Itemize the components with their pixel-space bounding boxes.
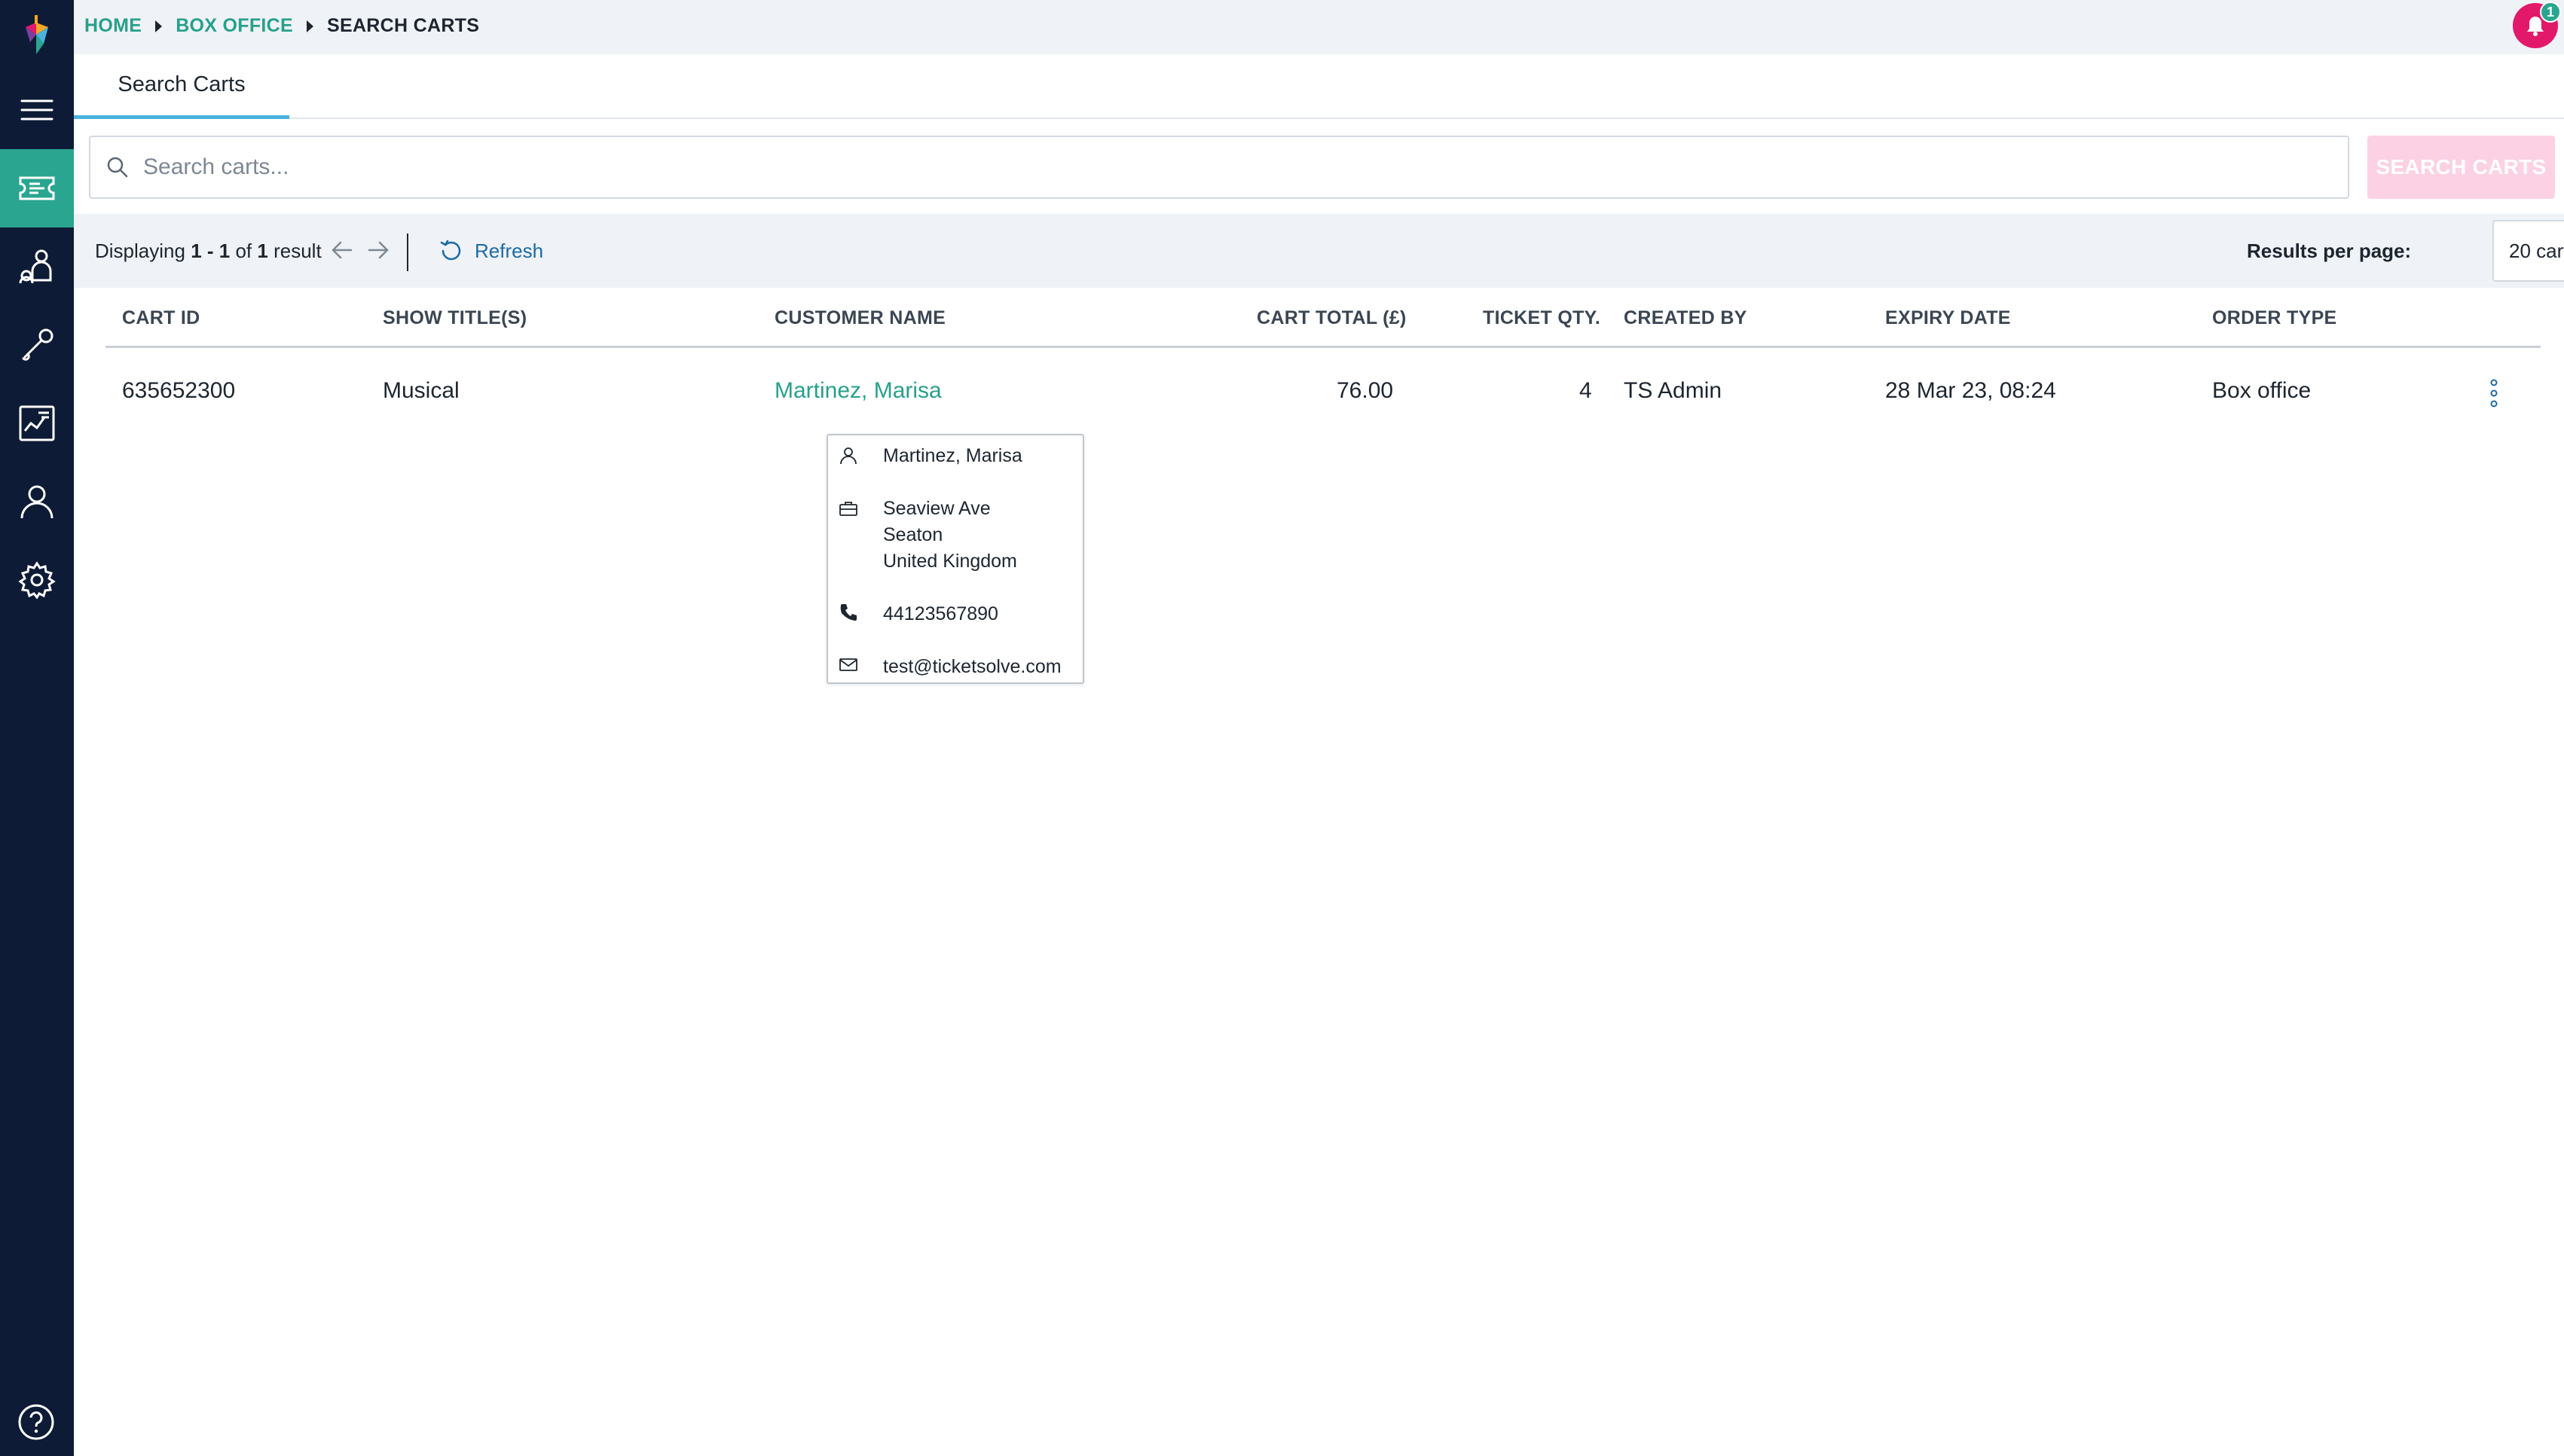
table-row[interactable]: 635652300 Musical Martinez, Marisa 76.00… (105, 348, 2541, 435)
customer-details-popover: Martinez, Marisa Seaview Ave Seaton Unit… (827, 434, 1084, 684)
results-per-page-value: 20 carts (2509, 239, 2564, 262)
column-header-ticket-qty[interactable]: TICKET QTY. (1483, 307, 1600, 329)
phone-icon (840, 604, 857, 621)
brand-logo-icon[interactable] (18, 12, 56, 57)
help-icon (18, 1404, 54, 1440)
cell-created-by: TS Admin (1624, 378, 1722, 403)
envelope-icon (839, 658, 857, 671)
breadcrumb-box-office[interactable]: BOX OFFICE (176, 15, 293, 37)
customers-icon (19, 249, 52, 284)
breadcrumb: HOME BOX OFFICE SEARCH CARTS (84, 15, 479, 37)
range-end: 1 (219, 240, 231, 262)
briefcase-icon (839, 502, 857, 516)
table-header: CART ID SHOW TITLE(S) CUSTOMER NAME CART… (105, 288, 2541, 348)
sidebar-menu-button[interactable] (0, 71, 74, 149)
range-start: 1 (191, 240, 202, 262)
column-header-cart-total[interactable]: CART TOTAL (£) (1257, 307, 1407, 329)
refresh-label: Refresh (475, 239, 544, 262)
sidebar-item-reports[interactable] (0, 384, 74, 462)
sidebar (0, 0, 74, 1456)
top-bar: HOME BOX OFFICE SEARCH CARTS 1 (74, 0, 2564, 54)
refresh-button[interactable]: Refresh (439, 234, 543, 268)
tab-bar: Search Carts (74, 54, 2564, 119)
sidebar-item-profile[interactable] (0, 462, 74, 541)
notifications-button[interactable]: 1 (2513, 2, 2561, 48)
results-total: 1 (257, 240, 268, 262)
popover-name: Martinez, Marisa (883, 445, 1022, 466)
popover-address-line3: United Kingdom (883, 551, 1017, 572)
person-icon (840, 447, 857, 465)
cell-order-type: Box office (2212, 378, 2312, 403)
column-header-customer-name[interactable]: CUSTOMER NAME (775, 307, 946, 329)
popover-email[interactable]: test@ticketsolve.com (883, 654, 1062, 680)
popover-address-line2: Seaton (883, 524, 943, 545)
cell-ticket-qty: 4 (1579, 378, 1592, 403)
breadcrumb-separator-icon (155, 20, 163, 32)
user-icon (20, 485, 53, 519)
cell-cart-id: 635652300 (122, 378, 236, 403)
popover-address-line1: Seaview Ave (883, 498, 991, 519)
tab-search-carts[interactable]: Search Carts (74, 54, 289, 119)
column-header-order-type[interactable]: ORDER TYPE (2212, 307, 2337, 329)
of-word: of (235, 240, 252, 262)
cell-cart-total: 76.00 (1337, 378, 1394, 403)
cell-customer-name-link[interactable]: Martinez, Marisa (775, 378, 942, 404)
column-header-created-by[interactable]: CREATED BY (1624, 307, 1747, 329)
search-carts-button[interactable]: SEARCH CARTS (2367, 136, 2555, 199)
next-page-button[interactable] (363, 235, 393, 265)
range-separator: - (201, 240, 219, 262)
refresh-icon (440, 240, 461, 261)
result-word: result (274, 240, 322, 262)
ticket-icon (19, 176, 55, 200)
breadcrumb-current: SEARCH CARTS (327, 15, 480, 36)
tools-icon (22, 328, 53, 361)
help-button[interactable] (17, 1403, 56, 1442)
sidebar-item-customers[interactable] (0, 227, 74, 306)
sidebar-item-box-office[interactable] (0, 149, 74, 227)
gear-icon (18, 561, 56, 600)
arrow-right-icon (368, 241, 389, 259)
displaying-prefix: Displaying (95, 240, 185, 262)
reports-icon (19, 405, 55, 441)
toolbar-divider (407, 234, 408, 271)
results-per-page-select[interactable]: 20 carts (2492, 220, 2564, 282)
arrow-left-icon (332, 241, 353, 259)
notification-count-badge: 1 (2540, 2, 2561, 23)
column-header-cart-id[interactable]: CART ID (122, 307, 200, 329)
results-summary: Displaying 1 - 1 of 1 result (95, 240, 322, 263)
search-input[interactable] (143, 154, 2328, 180)
previous-page-button[interactable] (327, 235, 357, 265)
results-per-page-label: Results per page: (2247, 240, 2412, 262)
search-icon (107, 157, 128, 178)
sidebar-item-tools[interactable] (0, 306, 74, 384)
column-header-show-titles[interactable]: SHOW TITLE(S) (383, 307, 527, 329)
breadcrumb-home[interactable]: HOME (84, 15, 142, 37)
menu-icon (20, 99, 53, 121)
column-header-expiry-date[interactable]: EXPIRY DATE (1885, 307, 2011, 329)
popover-phone[interactable]: 44123567890 (883, 601, 998, 627)
results-toolbar: Displaying 1 - 1 of 1 result Refresh Res… (74, 214, 2564, 288)
breadcrumb-separator-icon (307, 20, 313, 32)
cell-expiry-date: 28 Mar 23, 08:24 (1885, 378, 2056, 403)
row-actions-kebab-icon[interactable] (2489, 378, 2499, 408)
sidebar-item-settings[interactable] (0, 541, 74, 619)
search-box (89, 136, 2349, 199)
cell-show-titles: Musical (383, 378, 460, 403)
